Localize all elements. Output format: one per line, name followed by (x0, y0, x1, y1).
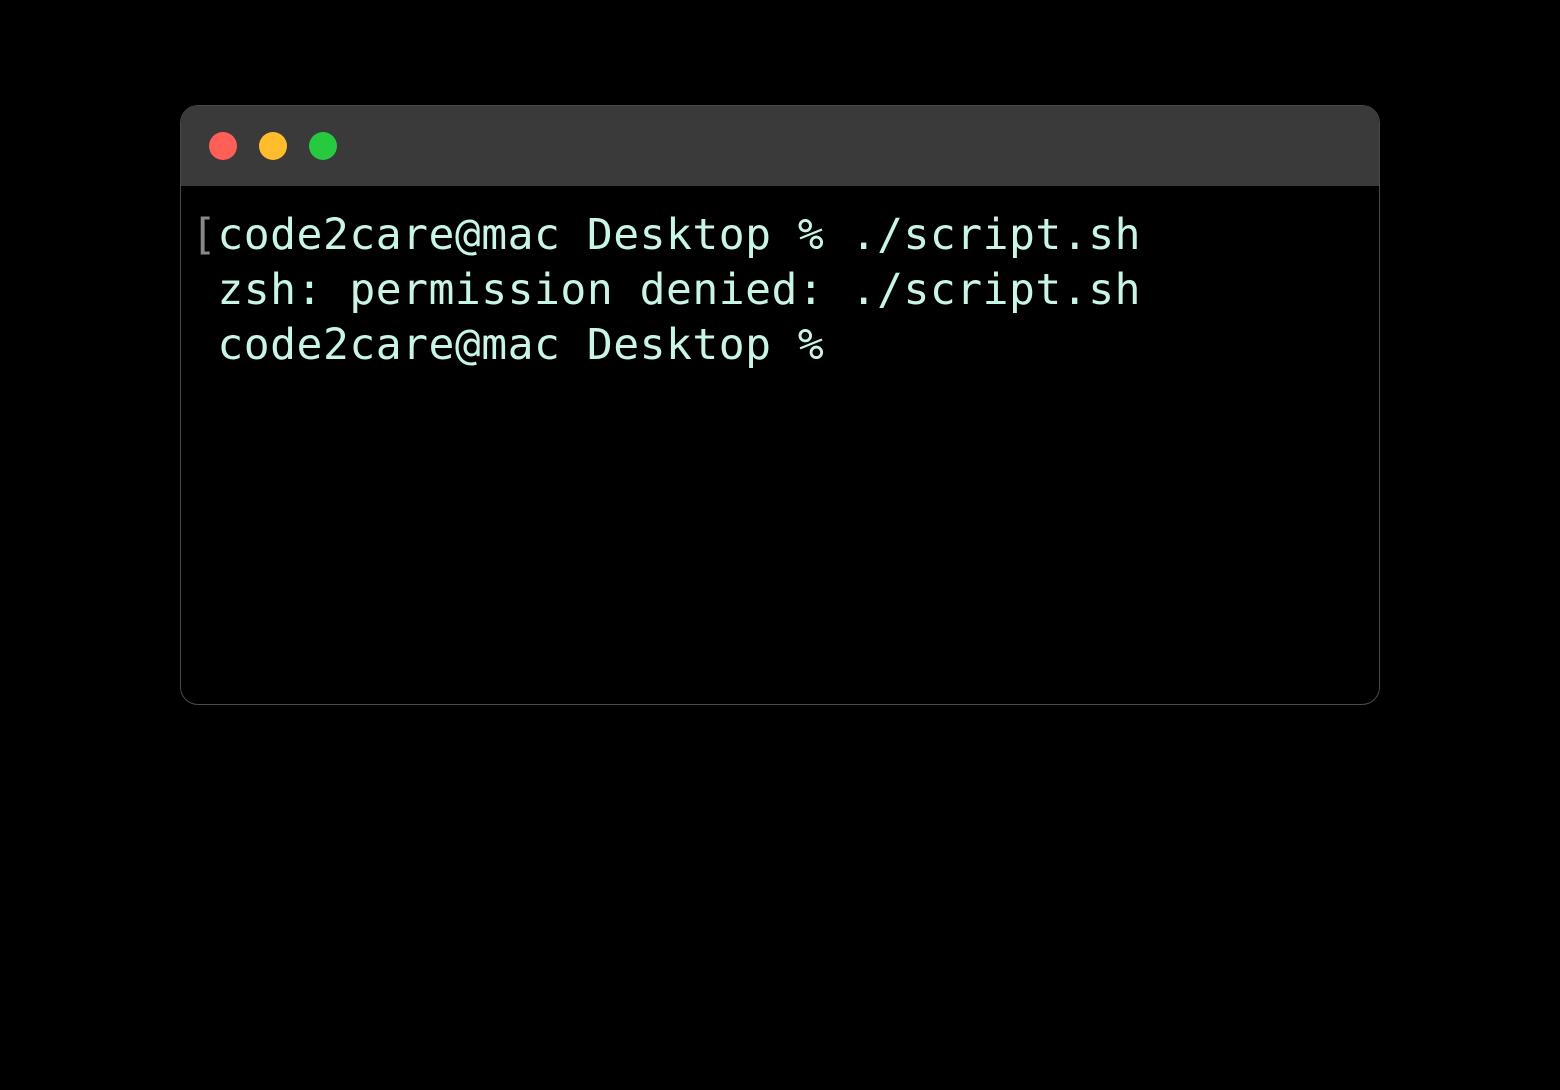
command-text: ./script.sh (851, 210, 1141, 260)
terminal-window: [code2care@mac Desktop % ./script.sh zsh… (180, 105, 1380, 705)
maximize-button[interactable] (309, 132, 337, 160)
terminal-line-2: zsh: permission denied: ./script.sh (191, 263, 1369, 318)
title-bar (181, 106, 1379, 186)
terminal-line-1: [code2care@mac Desktop % ./script.sh (191, 208, 1369, 263)
minimize-button[interactable] (259, 132, 287, 160)
close-button[interactable] (209, 132, 237, 160)
shell-prompt: code2care@mac Desktop % (217, 210, 850, 260)
bracket-char: [ (191, 210, 217, 260)
terminal-body[interactable]: [code2care@mac Desktop % ./script.sh zsh… (181, 186, 1379, 395)
terminal-line-3: code2care@mac Desktop % (191, 318, 1369, 373)
